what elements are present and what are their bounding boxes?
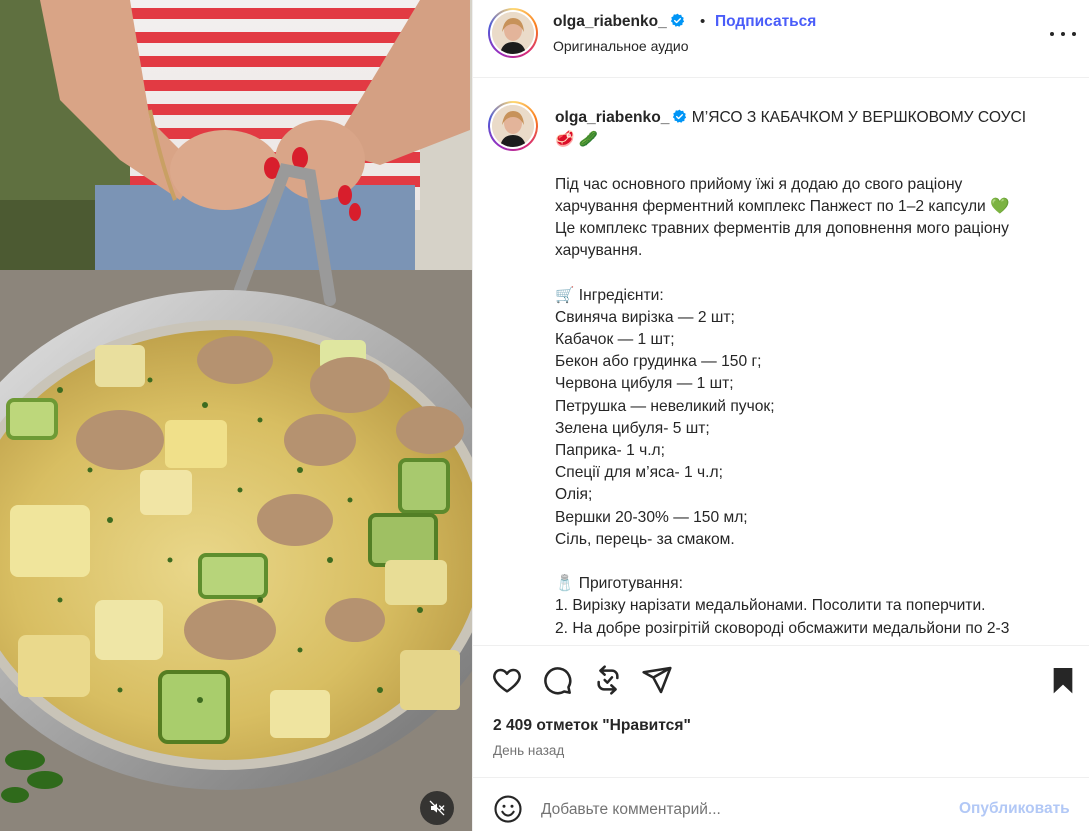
ingredient-item: Бекон або грудинка — 150 г; (555, 353, 762, 371)
separator-dot: • (700, 13, 706, 30)
intro-line: Це комплекс травних ферментів для доповн… (555, 220, 1009, 237)
repost-icon[interactable] (592, 664, 624, 696)
ingredient-item: Паприка- 1 ч.л; (555, 442, 665, 460)
cooking-step: 1. Вирізку нарізати медальйонами. Посоли… (555, 597, 986, 615)
caption-avatar[interactable] (488, 101, 538, 151)
intro-line: Під час основного прийому їжі я додаю до… (555, 175, 963, 193)
username-text[interactable]: olga_riabenko_ (553, 13, 667, 30)
cooking-heading: 🧂 Приготування: (555, 575, 683, 593)
more-horizontal-icon (1050, 32, 1054, 36)
original-audio-link[interactable]: Оригинальное аудио (553, 38, 689, 54)
ingredient-item: Спеції для м’яса- 1 ч.л; (555, 464, 723, 482)
post-timestamp[interactable]: День назад (493, 743, 564, 758)
comment-input[interactable] (541, 798, 921, 822)
post-header: olga_riabenko_ • Подписаться Оригинально… (473, 0, 1089, 78)
caption-username[interactable]: olga_riabenko_ (555, 109, 669, 126)
post-panel: olga_riabenko_ • Подписаться Оригинально… (472, 0, 1089, 831)
recipe-title: М’ЯСО З КАБАЧКОМ У ВЕРШКОВОМУ СОУСІ (691, 109, 1027, 126)
likes-count[interactable]: 2 409 отметок "Нравится" (493, 717, 691, 735)
ingredient-item: Свиняча вирізка — 2 шт; (555, 308, 735, 326)
mute-button[interactable] (420, 791, 454, 825)
ingredient-item: Зелена цибуля- 5 шт; (555, 419, 710, 437)
comment-bar: Опубликовать (473, 777, 1089, 831)
heart-icon[interactable] (491, 664, 523, 696)
intro-line: харчування. (555, 242, 643, 260)
verified-badge-icon (670, 13, 684, 27)
ingredient-item: Вершки 20-30% — 150 мл; (555, 508, 748, 526)
avatar[interactable] (488, 8, 538, 58)
more-options-button[interactable] (1050, 24, 1076, 44)
ingredients-heading: 🛒 Інгредієнти: (555, 286, 664, 304)
intro-line: харчування ферментний комплекс Панжест п… (555, 197, 1010, 215)
caption-area: olga_riabenko_ М’ЯСО З КАБАЧКОМ У ВЕРШКО… (473, 79, 1089, 645)
sound-off-icon (429, 800, 445, 816)
username[interactable]: olga_riabenko_ (553, 13, 685, 31)
post-media[interactable] (0, 0, 472, 831)
cooking-step: 2. На добре розігрітій сковороді обсмажи… (555, 619, 1010, 637)
emoji-icon[interactable] (493, 794, 523, 824)
action-bar: 2 409 отметок "Нравится" День назад (473, 645, 1089, 777)
follow-button[interactable]: Подписаться (715, 13, 816, 31)
ingredient-item: Червона цибуля — 1 шт; (555, 375, 734, 393)
title-emojis: 🥩 🥒 (555, 131, 599, 149)
verified-badge-icon (673, 109, 687, 123)
caption-text: olga_riabenko_ М’ЯСО З КАБАЧКОМ У ВЕРШКО… (555, 107, 1075, 640)
bookmark-icon[interactable] (1047, 664, 1079, 696)
publish-button[interactable]: Опубликовать (959, 800, 1070, 818)
ingredient-item: Сіль, перець- за смаком. (555, 530, 735, 548)
ingredient-item: Кабачок — 1 шт; (555, 331, 675, 348)
food-photo (0, 0, 472, 831)
share-icon[interactable] (641, 664, 673, 696)
comment-icon[interactable] (541, 664, 573, 696)
ingredient-item: Петрушка — невеликий пучок; (555, 397, 775, 415)
ingredient-item: Олія; (555, 486, 593, 504)
